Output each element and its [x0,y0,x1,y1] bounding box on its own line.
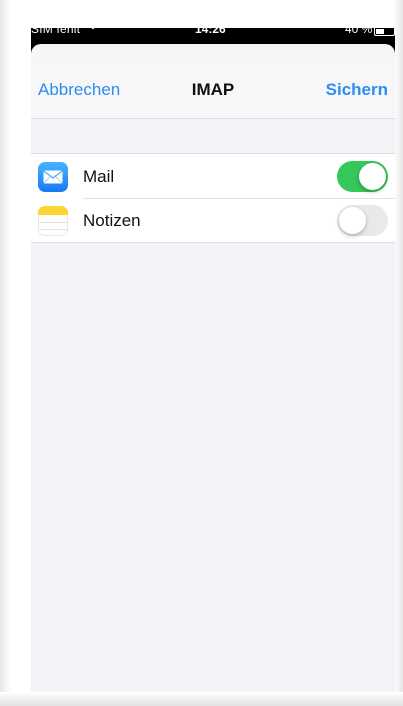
mail-label: Mail [83,167,115,186]
account-services-list: Mail Notizen [31,153,395,243]
screenshot-shadow-left [0,0,12,706]
navigation-bar: Abbrechen IMAP Sichern [31,62,395,119]
mail-app-icon [38,162,68,192]
notes-label: Notizen [83,211,141,230]
phone-screen: SIM fehlt 14:26 40 % Abbrechen IMAP Sich… [31,28,395,692]
save-button[interactable]: Sichern [326,80,388,100]
list-item-mail: Mail [31,154,395,198]
battery-percent: 40 % [345,28,373,36]
mail-toggle[interactable] [337,161,388,192]
clock-label: 14:26 [195,28,226,36]
carrier-label: SIM fehlt [31,28,81,36]
notes-app-icon [38,206,68,236]
settings-content: Mail Notizen [31,119,395,692]
toggle-knob [359,163,386,190]
notes-toggle[interactable] [337,205,388,236]
battery-icon [374,28,395,36]
wifi-icon [87,28,99,33]
screenshot-shadow-bottom [0,692,403,706]
list-item-notes: Notizen [31,198,395,242]
toggle-knob [339,207,366,234]
